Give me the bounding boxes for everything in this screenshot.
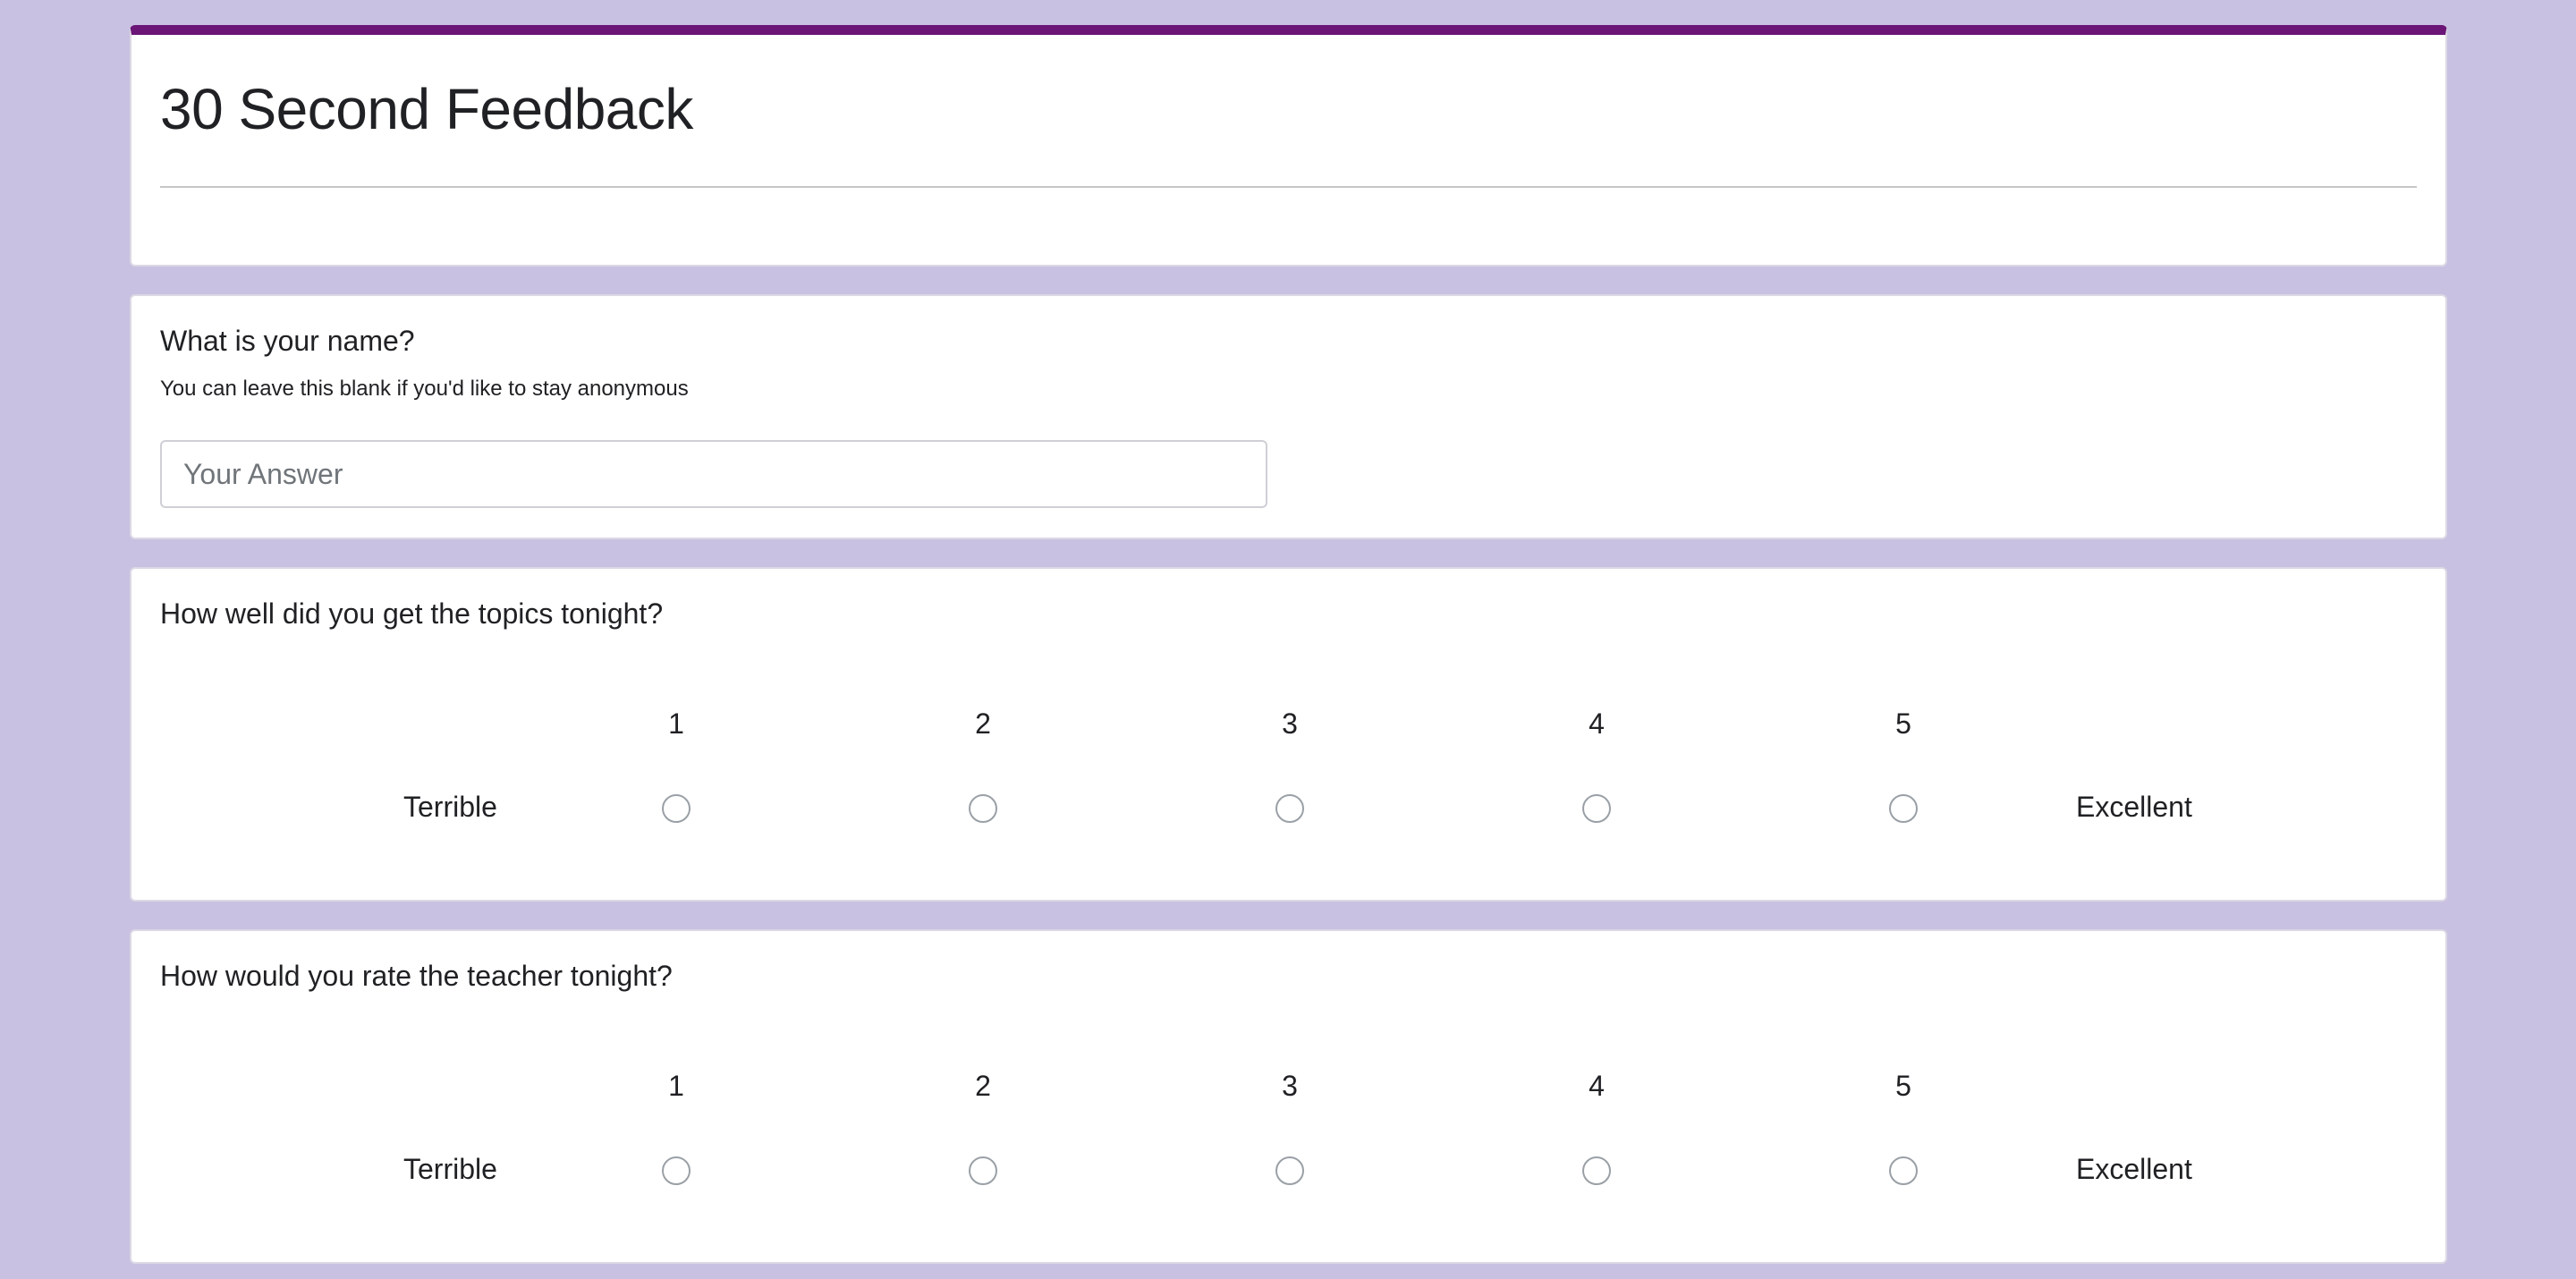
scale-number-4: 4 [1589,1070,1605,1102]
topics-radio-4[interactable] [1582,794,1611,823]
question-card-name: What is your name? You can leave this bl… [130,294,2447,539]
form-container: 30 Second Feedback What is your name? Yo… [130,25,2447,1264]
teacher-radio-1[interactable] [662,1156,691,1185]
question-card-topics: How well did you get the topics tonight?… [130,567,2447,902]
form-title: 30 Second Feedback [160,77,693,141]
topics-radio-2[interactable] [969,794,997,823]
scale-low-label: Terrible [403,791,497,823]
topics-radio-5[interactable] [1889,794,1918,823]
topics-radio-3[interactable] [1275,794,1304,823]
question-title: How would you rate the teacher tonight? [160,960,673,992]
scale-low-label: Terrible [403,1153,497,1185]
question-title: What is your name? [160,325,415,357]
scale-number-3: 3 [1282,1070,1298,1102]
scale-number-4: 4 [1589,707,1605,740]
teacher-radio-3[interactable] [1275,1156,1304,1185]
form-header-card: 30 Second Feedback [130,25,2447,267]
teacher-radio-5[interactable] [1889,1156,1918,1185]
teacher-radio-2[interactable] [969,1156,997,1185]
scale-number-2: 2 [975,1070,991,1102]
name-answer-input[interactable] [160,440,1267,508]
question-title: How well did you get the topics tonight? [160,597,664,630]
scale-number-3: 3 [1282,707,1298,740]
title-divider [160,186,2417,188]
scale-high-label: Excellent [2076,1153,2192,1185]
scale-number-5: 5 [1895,1070,1911,1102]
question-description: You can leave this blank if you'd like t… [160,377,689,401]
scale-number-1: 1 [668,1070,684,1102]
teacher-radio-4[interactable] [1582,1156,1611,1185]
question-card-teacher: How would you rate the teacher tonight? … [130,929,2447,1264]
scale-number-5: 5 [1895,707,1911,740]
scale-number-2: 2 [975,707,991,740]
topics-radio-1[interactable] [662,794,691,823]
scale-high-label: Excellent [2076,791,2192,823]
scale-number-1: 1 [668,707,684,740]
